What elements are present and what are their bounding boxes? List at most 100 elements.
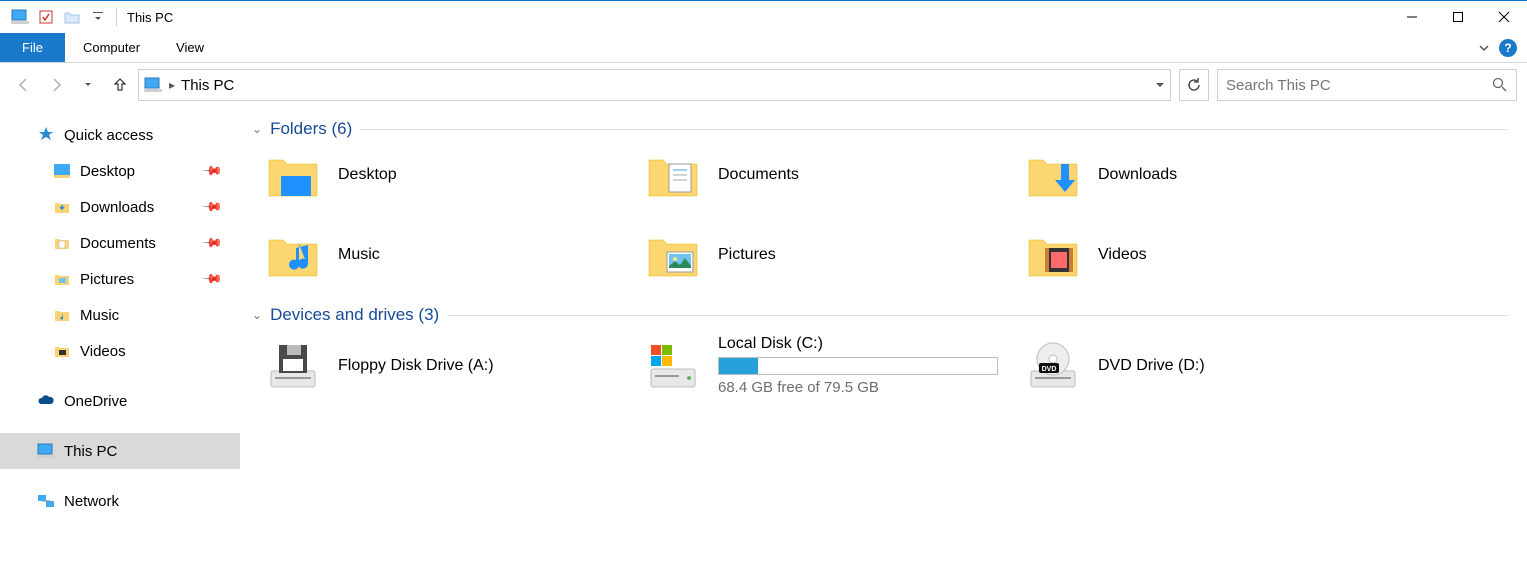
drives-section-header[interactable]: ⌄ Devices and drives (3): [252, 305, 1527, 325]
breadcrumb-location[interactable]: This PC: [181, 77, 234, 94]
breadcrumb-chevron-icon[interactable]: ▸: [169, 78, 175, 92]
sidebar-documents[interactable]: Documents 📌: [0, 225, 240, 261]
sidebar-onedrive[interactable]: OneDrive: [0, 383, 240, 419]
sidebar-item-label: Downloads: [80, 199, 154, 216]
pin-icon: 📌: [201, 232, 224, 255]
title-bar: This PC: [0, 1, 1527, 33]
content-pane: ⌄ Folders (6) Desktop Documents: [240, 107, 1527, 585]
sidebar-item-label: Network: [64, 493, 119, 510]
downloads-icon: [52, 197, 72, 217]
item-label: Local Disk (C:): [718, 335, 998, 353]
item-label: Desktop: [338, 166, 397, 184]
search-input[interactable]: [1226, 77, 1492, 94]
properties-icon[interactable]: [34, 5, 58, 29]
close-button[interactable]: [1481, 1, 1527, 33]
floppy-drive-icon: [264, 340, 322, 392]
pin-icon: 📌: [201, 160, 224, 183]
sidebar-item-label: Pictures: [80, 271, 134, 288]
sidebar-desktop[interactable]: Desktop 📌: [0, 153, 240, 189]
item-label: Floppy Disk Drive (A:): [338, 357, 494, 375]
drive-dvd[interactable]: DVD DVD Drive (D:): [1024, 335, 1404, 396]
new-folder-icon[interactable]: [60, 5, 84, 29]
up-button[interactable]: [106, 71, 134, 99]
folder-documents[interactable]: Documents: [644, 149, 1024, 201]
folder-downloads[interactable]: Downloads: [1024, 149, 1404, 201]
folder-music[interactable]: Music: [264, 229, 644, 281]
item-label: Pictures: [718, 246, 776, 264]
folder-videos[interactable]: Videos: [1024, 229, 1404, 281]
sidebar-item-label: OneDrive: [64, 393, 127, 410]
sidebar-item-label: Music: [80, 307, 119, 324]
documents-folder-icon: [644, 149, 702, 201]
item-label: DVD Drive (D:): [1098, 357, 1205, 375]
ribbon-tabs: File Computer View ?: [0, 33, 1527, 63]
pictures-folder-icon: [644, 229, 702, 281]
this-pc-icon: [143, 76, 163, 94]
ribbon-collapse-icon[interactable]: [1477, 41, 1491, 55]
sidebar-music[interactable]: Music: [0, 297, 240, 333]
videos-folder-icon: [1024, 229, 1082, 281]
svg-text:DVD: DVD: [1042, 366, 1057, 373]
sidebar-item-label: This PC: [64, 443, 117, 460]
item-label: Documents: [718, 166, 799, 184]
drive-local-c[interactable]: Local Disk (C:) 68.4 GB free of 79.5 GB: [644, 335, 1024, 396]
separator: [116, 8, 117, 26]
this-pc-icon[interactable]: [8, 5, 32, 29]
drive-floppy[interactable]: Floppy Disk Drive (A:): [264, 335, 644, 396]
sidebar-videos[interactable]: Videos: [0, 333, 240, 369]
section-title: Devices and drives (3): [270, 305, 439, 325]
network-icon: [36, 491, 56, 511]
view-tab[interactable]: View: [158, 33, 222, 62]
file-tab[interactable]: File: [0, 33, 65, 62]
minimize-button[interactable]: [1389, 1, 1435, 33]
quick-access-star-icon: [36, 125, 56, 145]
folders-grid: Desktop Documents Downloads Music: [264, 149, 1527, 281]
disk-usage-bar: [718, 357, 998, 375]
maximize-button[interactable]: [1435, 1, 1481, 33]
folder-desktop[interactable]: Desktop: [264, 149, 644, 201]
forward-button[interactable]: [42, 71, 70, 99]
pin-icon: 📌: [201, 196, 224, 219]
pictures-icon: [52, 269, 72, 289]
collapse-chevron-icon[interactable]: ⌄: [252, 308, 262, 322]
dvd-drive-icon: DVD: [1024, 340, 1082, 392]
sidebar-network[interactable]: Network: [0, 483, 240, 519]
sidebar-pictures[interactable]: Pictures 📌: [0, 261, 240, 297]
item-label: Downloads: [1098, 166, 1177, 184]
search-box[interactable]: [1217, 69, 1517, 101]
search-icon[interactable]: [1492, 77, 1508, 93]
pin-icon: 📌: [201, 268, 224, 291]
window-title: This PC: [127, 10, 173, 25]
downloads-folder-icon: [1024, 149, 1082, 201]
window-controls: [1389, 1, 1527, 33]
onedrive-icon: [36, 391, 56, 411]
address-dropdown-icon[interactable]: [1154, 79, 1166, 91]
music-folder-icon: [264, 229, 322, 281]
sidebar-item-label: Documents: [80, 235, 156, 252]
folder-pictures[interactable]: Pictures: [644, 229, 1024, 281]
recent-dropdown-icon[interactable]: [74, 71, 102, 99]
sidebar-item-label: Videos: [80, 343, 126, 360]
sidebar-this-pc[interactable]: This PC: [0, 433, 240, 469]
this-pc-icon: [36, 441, 56, 461]
qat-dropdown-icon[interactable]: [86, 5, 110, 29]
computer-tab[interactable]: Computer: [65, 33, 158, 62]
item-label: Music: [338, 246, 380, 264]
sidebar-downloads[interactable]: Downloads 📌: [0, 189, 240, 225]
documents-icon: [52, 233, 72, 253]
quick-access-toolbar: [8, 5, 110, 29]
folders-section-header[interactable]: ⌄ Folders (6): [252, 119, 1527, 139]
collapse-chevron-icon[interactable]: ⌄: [252, 122, 262, 136]
local-disk-icon: [644, 340, 702, 392]
address-bar[interactable]: ▸ This PC: [138, 69, 1171, 101]
item-label: Videos: [1098, 246, 1147, 264]
refresh-button[interactable]: [1179, 69, 1209, 101]
back-button[interactable]: [10, 71, 38, 99]
navigation-row: ▸ This PC: [0, 63, 1527, 107]
section-title: Folders (6): [270, 119, 352, 139]
drives-grid: Floppy Disk Drive (A:) Local Disk (C:) 6…: [264, 335, 1527, 396]
sidebar-quick-access[interactable]: Quick access: [0, 117, 240, 153]
navigation-pane: Quick access Desktop 📌 Downloads 📌 Docum…: [0, 107, 240, 585]
music-icon: [52, 305, 72, 325]
help-icon[interactable]: ?: [1499, 39, 1517, 57]
